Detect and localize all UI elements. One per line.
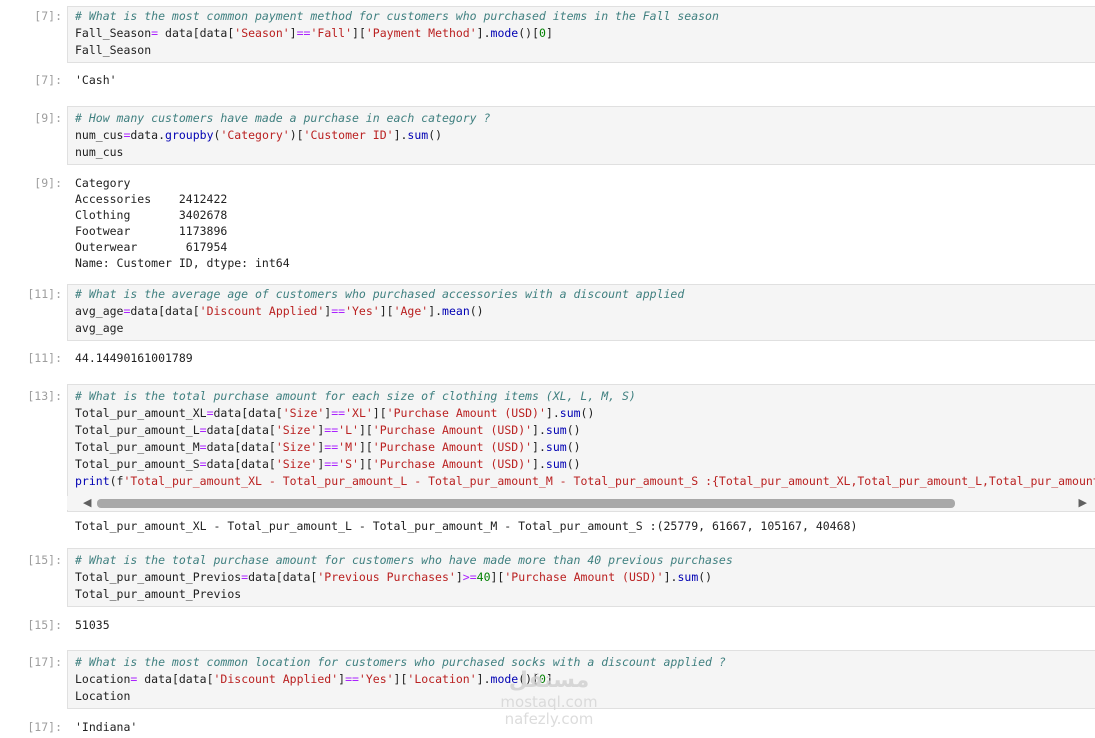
input-prompt: [17]: <box>27 655 62 669</box>
watermark-line: nafezly.com <box>504 710 594 728</box>
input-prompt: [7]: <box>34 9 62 23</box>
cell-output: 'Indiana' <box>75 719 137 735</box>
code-input[interactable]: # What is the average age of customers w… <box>67 284 1095 341</box>
code-line: Total_pur_amount_S=data[data['Size']=='S… <box>75 457 581 471</box>
code-input[interactable]: # What is the total purchase amount for … <box>67 548 1095 607</box>
scroll-right-icon[interactable]: ▶ <box>1079 496 1087 510</box>
output-line: 44.14490161001789 <box>75 351 193 365</box>
output-line: Total_pur_amount_XL - Total_pur_amount_L… <box>75 519 858 533</box>
output-line: 51035 <box>75 618 110 632</box>
code-line: Fall_Season= data[data['Season']=='Fall'… <box>75 26 553 40</box>
output-line: Clothing 3402678 <box>75 208 228 222</box>
code-line: # How many customers have made a purchas… <box>75 111 491 125</box>
code-line: # What is the total purchase amount for … <box>75 553 733 567</box>
horizontal-scrollbar[interactable]: ◀ ▶ <box>67 496 1095 510</box>
cell-output: 'Cash' <box>75 72 117 88</box>
code-line: avg_age <box>75 321 124 335</box>
code-line: # What is the most common payment method… <box>75 9 719 23</box>
watermark-logo: مستقل <box>508 668 590 693</box>
scrollbar-thumb[interactable] <box>97 499 955 508</box>
output-line: Footwear 1173896 <box>75 224 228 238</box>
output-prompt: [9]: <box>34 176 62 190</box>
output-line: Category <box>75 176 131 190</box>
code-line: Total_pur_amount_Previos=data[data['Prev… <box>75 570 713 584</box>
cell-output: 51035 <box>75 617 110 633</box>
output-line: 'Cash' <box>75 73 117 87</box>
code-line: Total_pur_amount_XL=data[data['Size']=='… <box>75 406 595 420</box>
input-prompt: [13]: <box>27 389 62 403</box>
code-input[interactable]: # What is the total purchase amount for … <box>67 384 1095 512</box>
output-line: Name: Customer ID, dtype: int64 <box>75 256 290 270</box>
cell-output: Category Accessories 2412422 Clothing 34… <box>75 175 290 271</box>
code-line: # What is the total purchase amount for … <box>75 389 636 403</box>
code-line: num_cus <box>75 145 124 159</box>
cell-output: 44.14490161001789 <box>75 350 193 366</box>
code-line: Total_pur_amount_Previos <box>75 587 242 601</box>
output-line: 'Indiana' <box>75 720 138 734</box>
input-prompt: [9]: <box>34 111 62 125</box>
output-line: Outerwear 617954 <box>75 240 228 254</box>
code-line: # What is the average age of customers w… <box>75 287 685 301</box>
cell-output: Total_pur_amount_XL - Total_pur_amount_L… <box>75 518 857 534</box>
code-line: print(f'Total_pur_amount_XL - Total_pur_… <box>75 474 1095 488</box>
output-prompt: [17]: <box>27 720 62 734</box>
scroll-left-icon[interactable]: ◀ <box>83 496 91 510</box>
code-line: num_cus=data.groupby('Category')['Custom… <box>75 128 443 142</box>
watermark: مستقل mostaql.com nafezly.com <box>484 668 614 728</box>
output-prompt: [7]: <box>34 73 62 87</box>
code-line: avg_age=data[data['Discount Applied']=='… <box>75 304 484 318</box>
output-line: Accessories 2412422 <box>75 192 228 206</box>
code-input[interactable]: # What is the most common payment method… <box>67 6 1095 63</box>
code-input[interactable]: # How many customers have made a purchas… <box>67 106 1095 165</box>
watermark-line: mostaql.com <box>500 693 598 711</box>
input-prompt: [11]: <box>27 287 62 301</box>
input-prompt: [15]: <box>27 553 62 567</box>
code-line: Fall_Season <box>75 43 152 57</box>
output-prompt: [15]: <box>27 618 62 632</box>
code-line: Total_pur_amount_L=data[data['Size']=='L… <box>75 423 581 437</box>
output-prompt: [11]: <box>27 351 62 365</box>
code-line: Total_pur_amount_M=data[data['Size']=='M… <box>75 440 581 454</box>
